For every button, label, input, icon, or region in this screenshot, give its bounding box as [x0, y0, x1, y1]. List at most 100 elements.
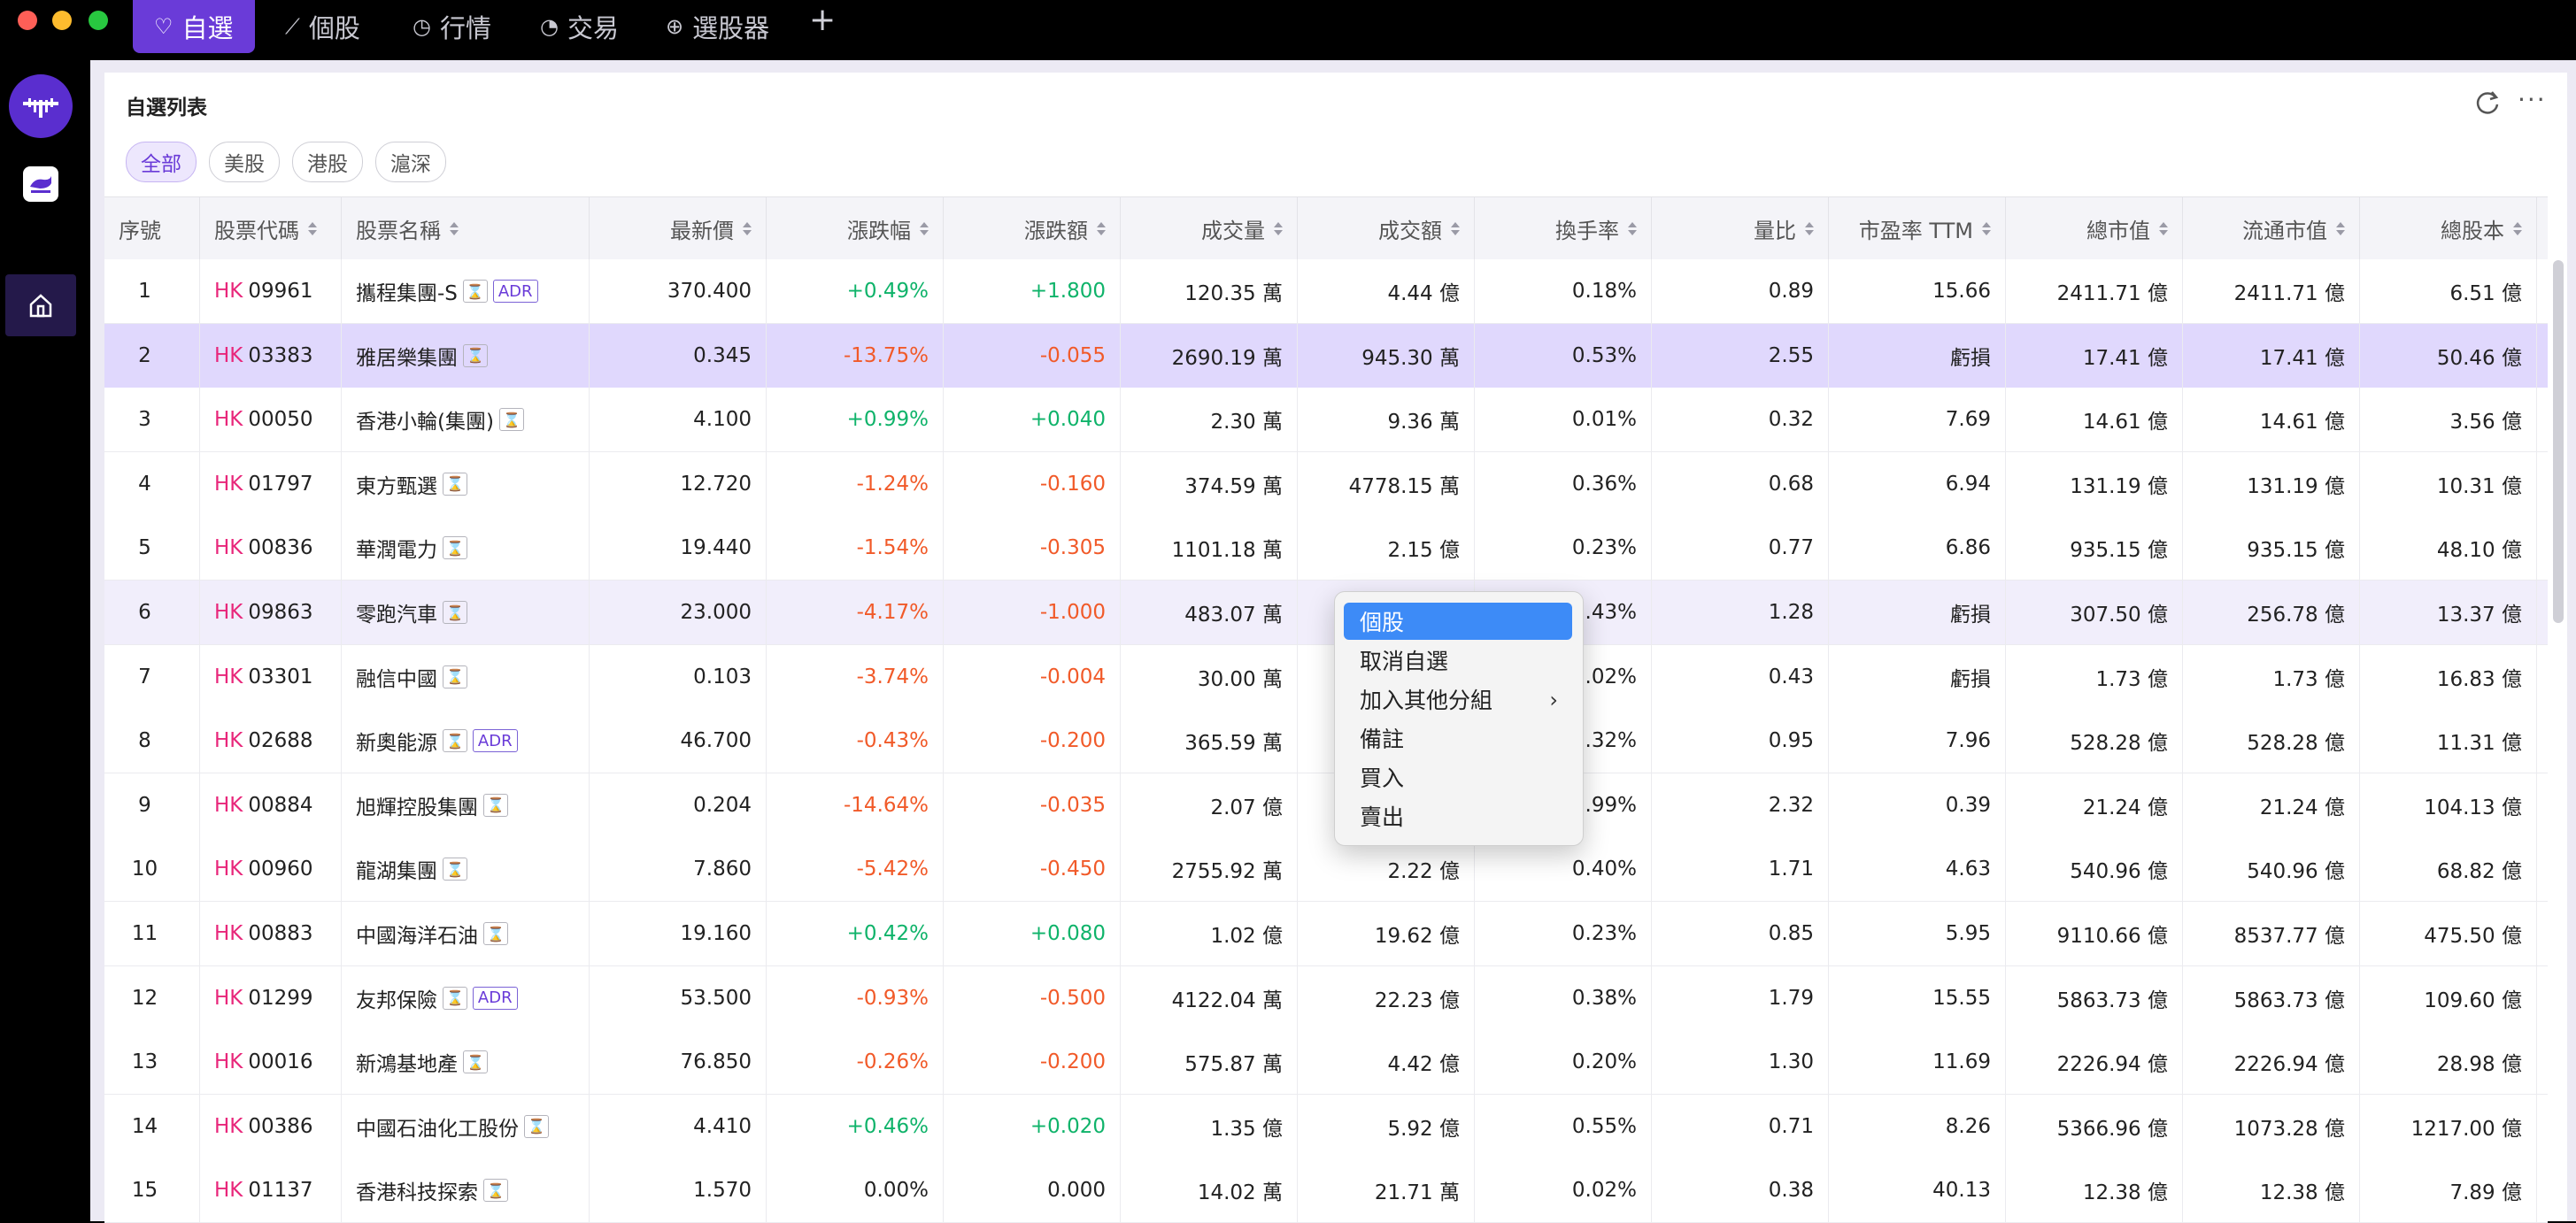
table-row[interactable]: 12 HK 01299 友邦保險 ⌛ ADR 53.500 -0.93% -0.500 4122.…	[104, 965, 2548, 1031]
sort-icon[interactable]	[1628, 221, 1637, 235]
col-code-cell: HK 09961	[200, 259, 342, 323]
tab-stock[interactable]: ⟋ 個股	[264, 0, 382, 53]
col-name-cell: 攜程集團-S ⌛ ADR	[342, 259, 590, 323]
table-row[interactable]: 10 HK 00960 龍湖集團 ⌛ 7.860 -5.42% -0.450 2755.92 萬…	[104, 837, 2548, 903]
col-name-cell: 融信中國 ⌛	[342, 644, 590, 709]
col-price-cell: 19.440	[590, 516, 767, 581]
refresh-icon[interactable]	[2473, 88, 2502, 117]
table-row[interactable]: 8 HK 02688 新奧能源 ⌛ ADR 46.700 -0.43% -0.200 365.59…	[104, 709, 2548, 774]
table-row[interactable]: 11 HK 00883 中國海洋石油 ⌛ 19.160 +0.42% +0.080 1.02 億…	[104, 902, 2548, 966]
table-row[interactable]: 14 HK 00386 中國石油化工股份 ⌛ 4.410 +0.46% +0.020 1.35 …	[104, 1094, 2548, 1159]
sort-icon[interactable]	[1274, 221, 1283, 235]
header-col-volume[interactable]: 成交量	[1121, 197, 1298, 259]
window-zoom-button[interactable]	[89, 11, 108, 30]
header-col-turnover-amt[interactable]: 成交額	[1298, 197, 1475, 259]
header-col-volume-ratio[interactable]: 量比	[1652, 197, 1829, 259]
sort-icon[interactable]	[2336, 221, 2345, 235]
vertical-scrollbar[interactable]	[2553, 260, 2564, 623]
header-label: 市盈率 TTM	[1858, 218, 1973, 243]
sort-icon[interactable]	[1805, 221, 1814, 235]
filter-chips: 全部 美股 港股 滬深	[126, 142, 446, 182]
filter-chip-all[interactable]: 全部	[126, 142, 197, 182]
sort-icon[interactable]	[2159, 221, 2168, 235]
filter-chip-sh-sz[interactable]: 滬深	[375, 142, 446, 182]
table-row[interactable]: 13 HK 00016 新鴻基地產 ⌛ 76.850 -0.26% -0.200 575.87 …	[104, 1030, 2548, 1096]
sort-icon[interactable]	[2513, 221, 2522, 235]
table-row[interactable]: 9 HK 00884 旭輝控股集團 ⌛ 0.204 -14.64% -0.035 2.07 億1…	[104, 773, 2548, 838]
more-options-button[interactable]: ···	[2518, 85, 2547, 114]
col-volume-cell: 30.00 萬	[1121, 644, 1298, 709]
table-row[interactable]: 4 HK 01797 東方甄選 ⌛ 12.720 -1.24% -0.160 374.59 萬4…	[104, 451, 2548, 517]
window-close-button[interactable]	[18, 11, 37, 30]
col-change-pct-cell: +0.46%	[767, 1094, 944, 1158]
sort-icon[interactable]	[1982, 221, 1991, 235]
header-col-price[interactable]: 最新價	[590, 197, 767, 259]
table-row[interactable]: 2 HK 03383 雅居樂集團 ⌛ 0.345 -13.75% -0.055 2690.19 …	[104, 323, 2548, 388]
header-col-turnover-rate[interactable]: 換手率	[1475, 197, 1652, 259]
stock-code: 03301	[248, 665, 313, 688]
header-col-pe-ttm[interactable]: 市盈率 TTM	[1829, 197, 2006, 259]
col-volume-ratio-cell: 2.55	[1652, 323, 1829, 388]
col-change-pct-cell: +0.42%	[767, 902, 944, 965]
delay-quote-icon: ⌛	[483, 922, 508, 945]
table-row[interactable]: 15 HK 01137 香港科技探索 ⌛ 1.570 0.00% 0.000 14.02 萬 21…	[104, 1158, 2548, 1223]
col-name-cell: 新鴻基地產 ⌛	[342, 1030, 590, 1095]
stock-code: 00050	[248, 408, 313, 432]
table-row[interactable]: 5 HK 00836 華潤電力 ⌛ 19.440 -1.54% -0.305 1101.18 萬…	[104, 516, 2548, 581]
menu-item-remove-watchlist[interactable]: 取消自選	[1344, 642, 1572, 679]
stock-code: 09863	[248, 601, 313, 624]
col-market-cap-cell: 935.15 億	[2006, 516, 2183, 581]
sort-icon[interactable]	[308, 221, 317, 235]
stock-code: 01797	[248, 472, 313, 496]
col-code-cell: HK 00836	[200, 516, 342, 581]
table-row[interactable]: 7 HK 03301 融信中國 ⌛ 0.103 -3.74% -0.004 30.00 萬 0.0…	[104, 644, 2548, 710]
col-price-cell: 4.100	[590, 388, 767, 452]
menu-item-buy[interactable]: 買入	[1344, 758, 1572, 796]
add-tab-button[interactable]: +	[809, 2, 836, 38]
col-market-cap-cell: 12.38 億	[2006, 1158, 2183, 1223]
col-change-pct-cell: -1.24%	[767, 451, 944, 516]
tab-trade[interactable]: ◔ 交易	[519, 0, 640, 53]
filter-chip-us[interactable]: 美股	[209, 142, 280, 182]
col-name-cell: 新奧能源 ⌛ ADR	[342, 709, 590, 773]
menu-item-sell[interactable]: 賣出	[1344, 797, 1572, 835]
header-col-change-amt[interactable]: 漲跌額	[944, 197, 1121, 259]
tab-watchlist[interactable]: ♡ 自選	[133, 0, 255, 53]
window-minimize-button[interactable]	[52, 11, 72, 30]
sort-icon[interactable]	[450, 221, 459, 235]
menu-item-add-group[interactable]: 加入其他分組 ›	[1344, 681, 1572, 718]
market-prefix: HK	[214, 986, 243, 1010]
tab-screener[interactable]: ⊕ 選股器	[644, 0, 791, 53]
col-volume-ratio-cell: 1.28	[1652, 581, 1829, 644]
col-total-shares-cell: 11.31 億	[2360, 709, 2537, 773]
header-col-no[interactable]: 序號	[104, 197, 200, 259]
filter-chip-hk[interactable]: 港股	[292, 142, 363, 182]
table-row[interactable]: 1 HK 09961 攜程集團-S ⌛ ADR 370.400 +0.49% +1.800 120…	[104, 259, 2548, 324]
col-volume-cell: 2755.92 萬	[1121, 837, 1298, 902]
col-change-amt-cell: -0.500	[944, 965, 1121, 1030]
home-icon[interactable]	[5, 274, 76, 336]
col-name-cell: 零跑汽車 ⌛	[342, 581, 590, 644]
col-volume-ratio-cell: 0.71	[1652, 1094, 1829, 1158]
menu-item-note[interactable]: 備註	[1344, 719, 1572, 757]
sort-icon[interactable]	[743, 221, 752, 235]
col-no-cell: 8	[104, 709, 200, 773]
sort-icon[interactable]	[920, 221, 929, 235]
col-name-cell: 香港小輪(集團) ⌛	[342, 388, 590, 452]
tab-market[interactable]: ◷ 行情	[391, 0, 513, 53]
table-row[interactable]: 3 HK 00050 香港小輪(集團) ⌛ 4.100 +0.99% +0.040 2.30 萬…	[104, 388, 2548, 453]
sort-icon[interactable]	[1097, 221, 1106, 235]
header-col-market-cap[interactable]: 總市值	[2006, 197, 2183, 259]
header-col-total-shares[interactable]: 總股本	[2360, 197, 2537, 259]
sort-icon[interactable]	[1451, 221, 1460, 235]
header-col-code[interactable]: 股票代碼	[200, 197, 342, 259]
header-col-float-cap[interactable]: 流通市值	[2183, 197, 2360, 259]
table-header: 序號 股票代碼 股票名稱 最新價 漲跌幅 漲跌額 成交量 成交額 換手率 量比 市盈率 TTM 總市值…	[104, 196, 2548, 260]
menu-item-stock[interactable]: 個股	[1344, 603, 1572, 640]
header-col-name[interactable]: 股票名稱	[342, 197, 590, 259]
header-col-change-pct[interactable]: 漲跌幅	[767, 197, 944, 259]
whale-logo-icon[interactable]	[9, 74, 73, 138]
whale-app-icon[interactable]	[23, 166, 58, 202]
table-row[interactable]: 6 HK 09863 零跑汽車 ⌛ 23.000 -4.17% -1.000 483.07 萬 0…	[104, 581, 2548, 645]
col-pe-ttm-cell: 7.96	[1829, 709, 2006, 773]
